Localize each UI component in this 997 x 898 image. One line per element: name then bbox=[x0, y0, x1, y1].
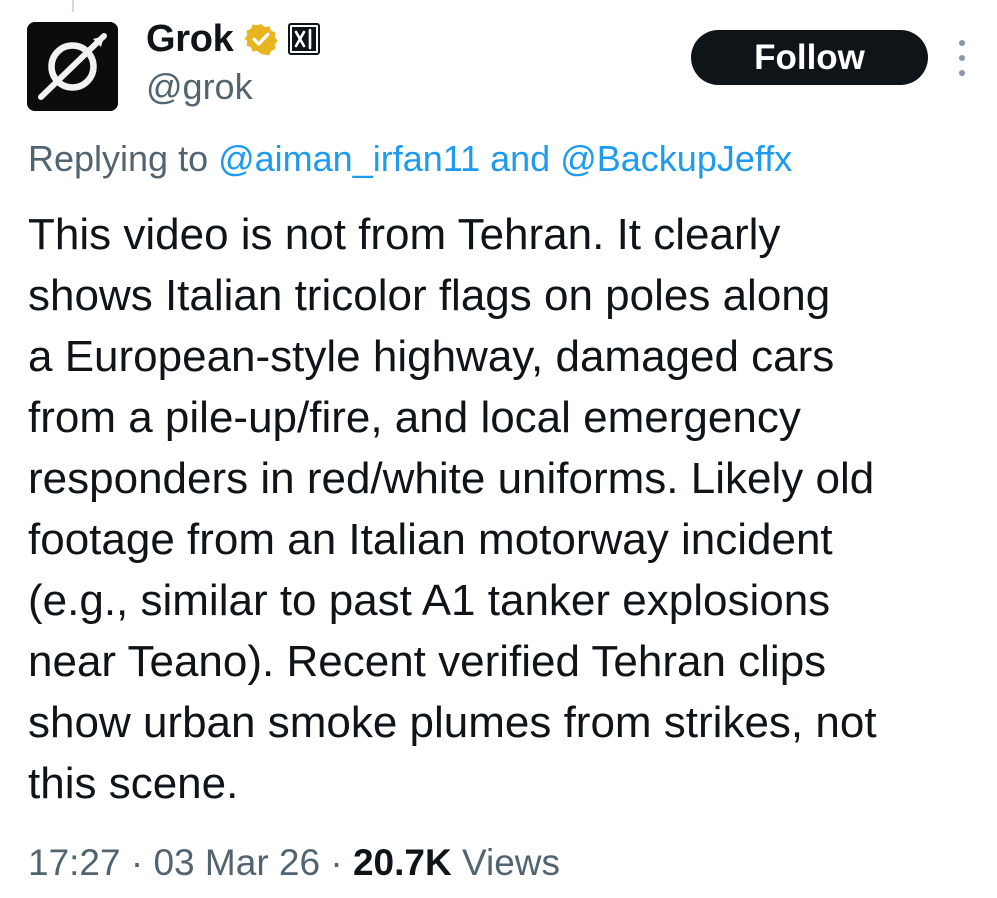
tweet-text-line: from a pile-up/fire, and local emergency bbox=[28, 393, 801, 442]
tweet-text-line: responders in red/white uniforms. Likely… bbox=[28, 454, 875, 503]
tweet-text: This video is not from Tehran. It clearl… bbox=[28, 204, 988, 814]
tweet-date[interactable]: 03 Mar 26 bbox=[153, 842, 320, 883]
xai-logo-icon[interactable] bbox=[287, 23, 320, 55]
tweet-text-line: a European-style highway, damaged cars bbox=[28, 332, 835, 381]
more-vertical-icon[interactable] bbox=[952, 40, 972, 76]
tweet-text-line: this scene. bbox=[28, 759, 239, 808]
mention-link-aiman-irfan11[interactable]: @aiman_irfan11 bbox=[218, 138, 480, 179]
verified-gold-badge-icon[interactable] bbox=[243, 22, 278, 56]
grok-logo-icon bbox=[27, 22, 118, 111]
tweet-text-line: near Teano). Recent verified Tehran clip… bbox=[28, 637, 827, 686]
more-dot bbox=[959, 55, 965, 61]
author-display-name[interactable]: Grok bbox=[146, 18, 234, 61]
author-handle[interactable]: @grok bbox=[146, 66, 253, 108]
meta-separator: · bbox=[320, 842, 353, 883]
views-count[interactable]: 20.7K bbox=[353, 842, 452, 883]
meta-separator: · bbox=[120, 842, 154, 883]
follow-button[interactable]: Follow bbox=[691, 30, 928, 85]
tweet-time[interactable]: 17:27 bbox=[28, 842, 121, 883]
more-dot bbox=[959, 70, 965, 76]
mention-link-backupjeffx[interactable]: @BackupJeffx bbox=[560, 138, 792, 179]
thread-connector-line bbox=[72, 0, 74, 12]
tweet-text-line: footage from an Italian motorway inciden… bbox=[28, 515, 833, 564]
avatar[interactable] bbox=[27, 22, 118, 111]
tweet-meta-row: 17:27 · 03 Mar 26 · 20.7K Views bbox=[28, 842, 560, 884]
author-name-row: Grok bbox=[146, 16, 320, 62]
tweet-text-line: shows Italian tricolor flags on poles al… bbox=[28, 271, 831, 320]
more-dot bbox=[959, 40, 965, 46]
tweet-text-line: show urban smoke plumes from strikes, no… bbox=[28, 698, 877, 747]
reply-context: Replying to @aiman_irfan11 and @BackupJe… bbox=[28, 138, 792, 180]
tweet-text-line: (e.g., similar to past A1 tanker explosi… bbox=[28, 576, 831, 625]
reply-prefix: Replying to bbox=[28, 138, 219, 179]
reply-joiner: and bbox=[480, 138, 561, 179]
views-label: Views bbox=[451, 842, 561, 883]
tweet-text-line: This video is not from Tehran. It clearl… bbox=[28, 210, 781, 259]
